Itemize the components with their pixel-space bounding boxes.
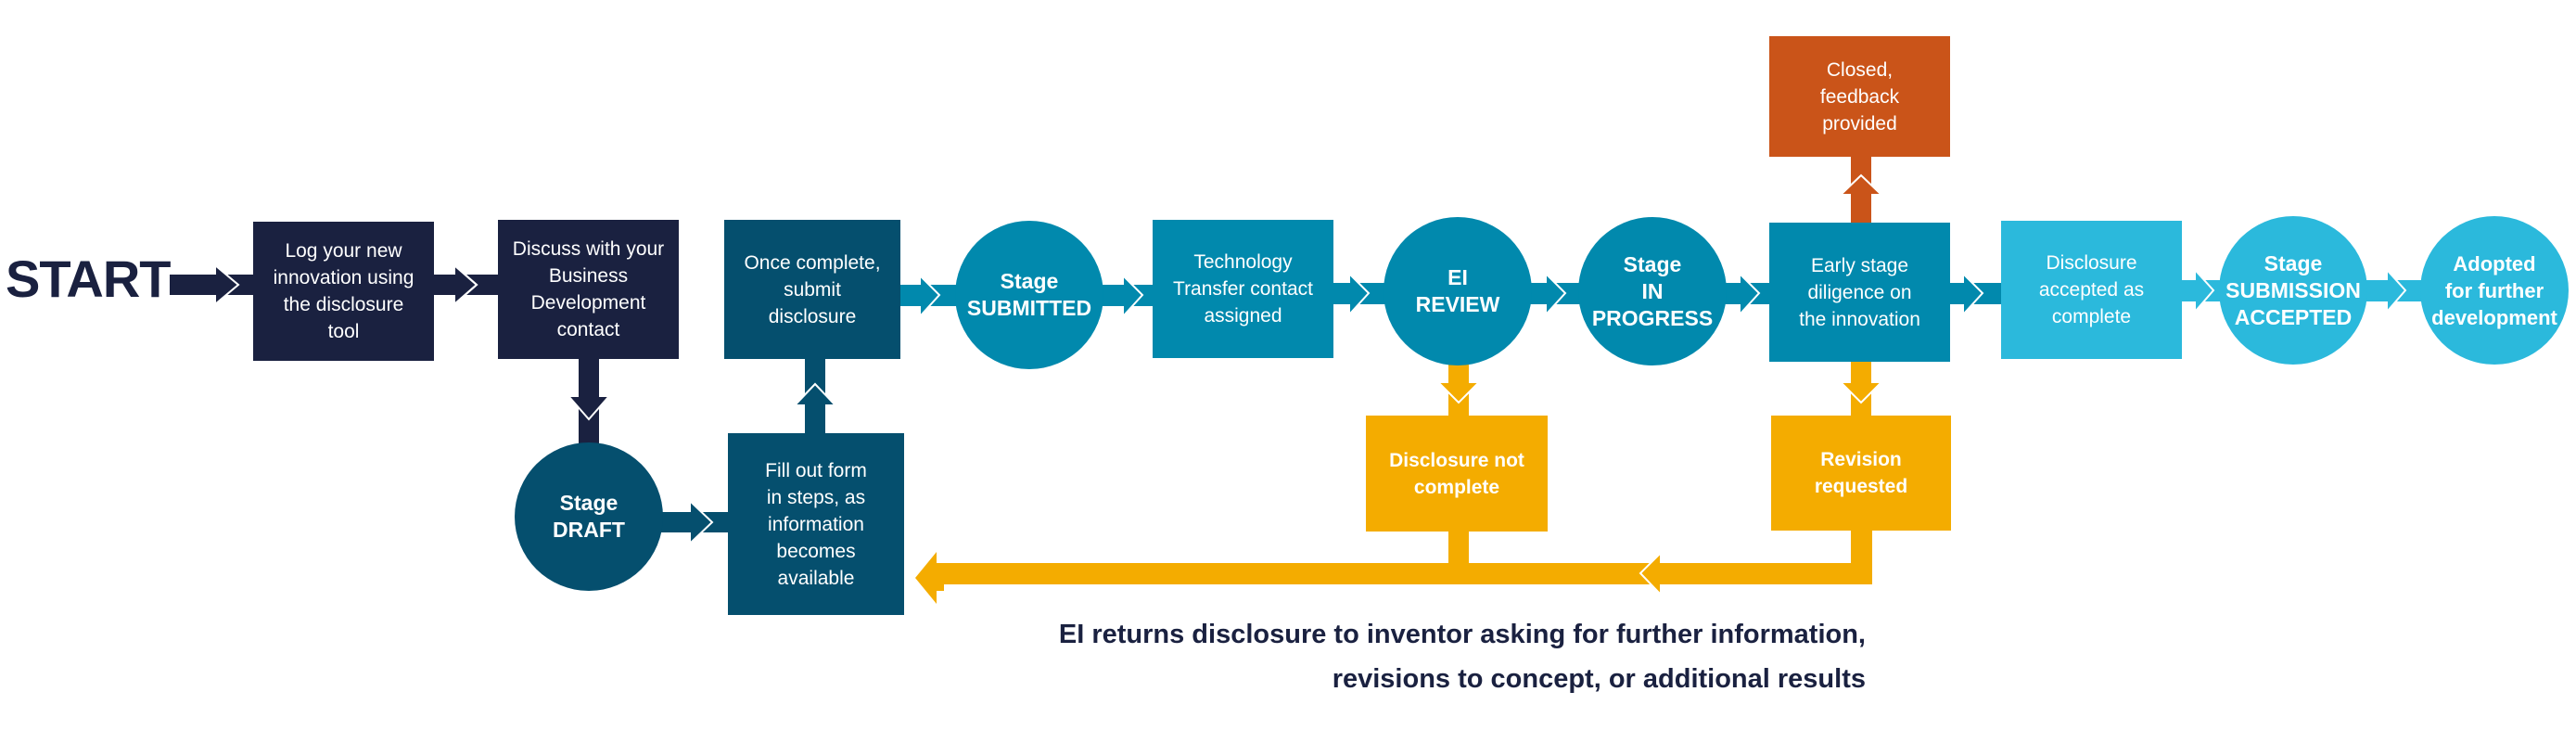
arrow-in-progress-to-early-stage [1723, 274, 1771, 314]
step-fill-out-form[interactable]: Fill out form in steps, as information b… [728, 433, 904, 615]
process-flow-diagram: START Log your new innovation using the … [0, 0, 2576, 743]
arrow-draft-to-fill-form [660, 501, 731, 544]
arrow-early-stage-to-accepted [1948, 274, 2004, 314]
stage-in-progress[interactable]: Stage IN PROGRESS [1578, 217, 1727, 365]
arrow-log-to-discuss [432, 263, 499, 307]
return-arrow-to-fill-form [915, 530, 1872, 604]
stage-ei-review[interactable]: EI REVIEW [1384, 217, 1532, 365]
arrow-discuss-to-draft [568, 358, 609, 445]
stage-submission-accepted[interactable]: Stage SUBMISSION ACCEPTED [2219, 216, 2367, 365]
step-submit-disclosure[interactable]: Once complete, submit disclosure [724, 220, 900, 359]
arrow-tt-contact-to-ei-review [1332, 274, 1387, 314]
outcome-revision-requested[interactable]: Revision requested [1771, 416, 1951, 531]
arrow-ei-review-to-in-progress [1528, 274, 1584, 314]
arrow-submission-accepted-to-adopted [2365, 270, 2424, 312]
arrow-ei-review-to-not-complete [1438, 364, 1479, 417]
step-discuss-business-development[interactable]: Discuss with your Business Development c… [498, 220, 679, 359]
return-path-caption: EI returns disclosure to inventor asking… [1058, 620, 1866, 694]
stage-submitted[interactable]: Stage SUBMITTED [955, 221, 1103, 369]
outcome-disclosure-not-complete[interactable]: Disclosure not complete [1366, 416, 1548, 532]
arrow-early-stage-to-revision [1841, 360, 1881, 417]
arrow-fill-form-to-submit [795, 357, 835, 435]
start-label: START [6, 250, 171, 308]
step-disclosure-accepted[interactable]: Disclosure accepted as complete [2001, 221, 2182, 359]
arrow-submit-to-submitted [899, 275, 959, 316]
step-log-innovation[interactable]: Log your new innovation using the disclo… [253, 222, 434, 361]
stage-draft[interactable]: Stage DRAFT [515, 442, 663, 591]
arrow-submitted-to-tt-contact [1101, 275, 1154, 316]
outcome-adopted[interactable]: Adopted for further development [2420, 216, 2569, 365]
step-early-stage-diligence[interactable]: Early stage diligence on the innovation [1769, 223, 1950, 362]
arrow-start-to-log [170, 263, 255, 307]
arrow-early-stage-to-closed [1841, 156, 1881, 224]
outcome-closed-feedback[interactable]: Closed, feedback provided [1769, 36, 1950, 157]
step-tech-transfer-contact[interactable]: Technology Transfer contact assigned [1153, 220, 1333, 358]
